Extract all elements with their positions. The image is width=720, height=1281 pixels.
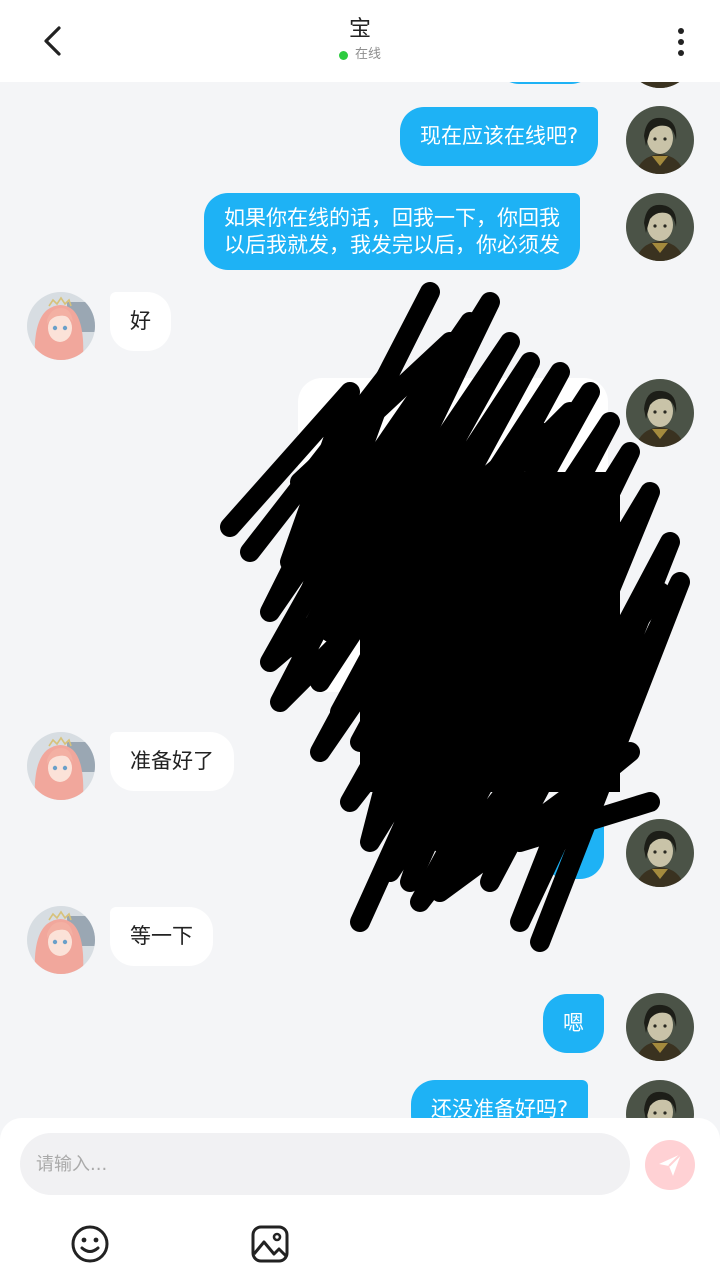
message-bubble-outgoing[interactable]: 嗯 xyxy=(543,994,604,1053)
more-vertical-icon xyxy=(678,39,684,45)
message-bubble-incoming[interactable]: 好 xyxy=(110,292,171,351)
message-text: 以后我就发，我发完以后，你必须发 xyxy=(224,233,560,257)
emoji-button[interactable] xyxy=(70,1224,110,1264)
contact-avatar[interactable] xyxy=(27,906,95,974)
message-bubble-outgoing[interactable] xyxy=(495,82,595,84)
my-avatar[interactable] xyxy=(626,193,694,261)
chevron-left-icon xyxy=(44,26,61,56)
more-vertical-icon xyxy=(678,28,684,34)
online-status: 在线 xyxy=(260,46,460,64)
message-bubble-incoming[interactable]: 等一下 xyxy=(110,907,213,966)
message-text: 好 xyxy=(130,309,151,333)
message-text: 等一下 xyxy=(130,924,193,948)
contact-name: 宝 xyxy=(348,17,371,42)
message-text: 现在应该在线吧? xyxy=(420,124,579,148)
message-bubble-outgoing[interactable]: 还没准备好吗? xyxy=(411,1080,589,1118)
my-avatar[interactable] xyxy=(626,1080,694,1118)
message-text: 准备好了 xyxy=(130,749,214,773)
redaction-scribble xyxy=(220,282,690,952)
online-status-text: 在线 xyxy=(354,47,381,62)
image-icon xyxy=(251,1225,289,1263)
paper-plane-icon xyxy=(659,1153,682,1176)
chat-header: 宝 在线 xyxy=(0,0,720,82)
message-text: 还没准备好吗? xyxy=(431,1097,569,1118)
my-avatar[interactable] xyxy=(626,106,694,174)
message-bubble-outgoing[interactable]: 如果你在线的话，回我一下，你回我 以后我就发，我发完以后，你必须发 xyxy=(204,193,580,270)
chat-title-block: 宝 在线 xyxy=(260,16,460,64)
my-avatar[interactable] xyxy=(626,993,694,1061)
chat-screen: 宝 在线 现在应该在线吧? 如果你在线的话，回我一下，你回我 以后我就发，我发完… xyxy=(0,0,720,1281)
more-vertical-icon xyxy=(678,50,684,56)
online-dot-icon xyxy=(338,50,348,60)
composer-bar xyxy=(0,1118,720,1281)
message-bubble-outgoing[interactable]: 现在应该在线吧? xyxy=(400,107,599,166)
contact-avatar[interactable] xyxy=(27,732,95,800)
message-text: 如果你在线的话，回我一下，你回我 xyxy=(224,206,560,230)
message-input[interactable] xyxy=(20,1133,630,1195)
image-button[interactable] xyxy=(250,1224,290,1264)
message-list[interactable]: 现在应该在线吧? 如果你在线的话，回我一下，你回我 以后我就发，我发完以后，你必… xyxy=(0,82,720,1118)
message-text: 嗯 xyxy=(563,1011,584,1035)
smiley-icon xyxy=(71,1225,109,1263)
more-options-button[interactable] xyxy=(662,22,698,62)
back-button[interactable] xyxy=(30,18,80,64)
my-avatar[interactable] xyxy=(626,82,694,88)
send-button[interactable] xyxy=(645,1140,695,1190)
contact-avatar[interactable] xyxy=(27,292,95,360)
